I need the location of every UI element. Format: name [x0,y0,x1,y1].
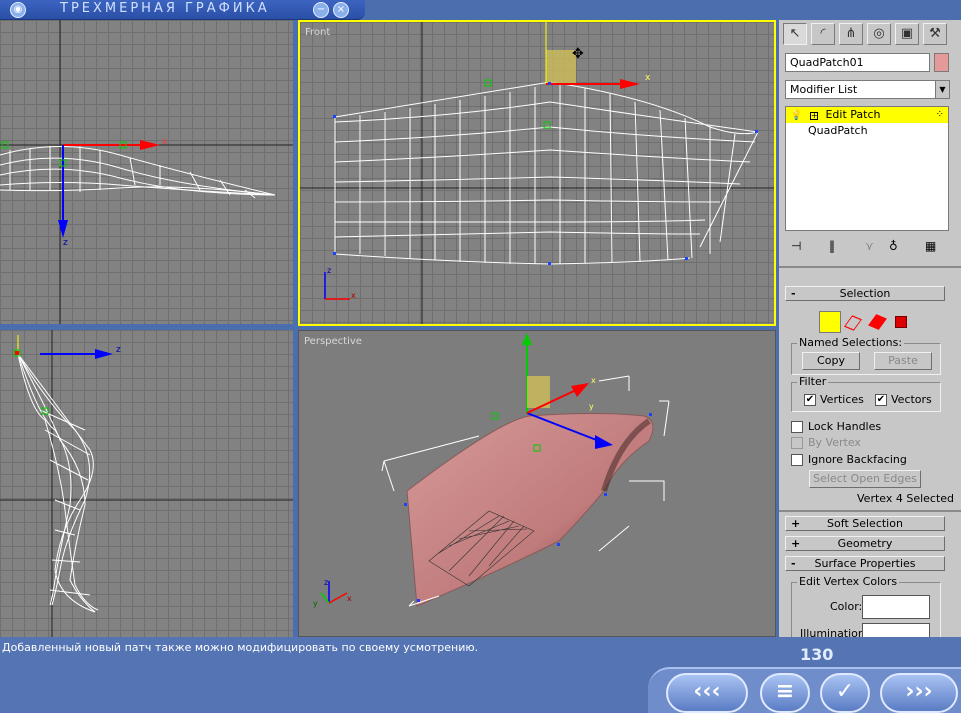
stack-item-label: QuadPatch [808,124,868,137]
page-number: 130 [800,645,834,664]
edit-vertex-colors-label: Edit Vertex Colors [797,575,900,588]
object-color-swatch[interactable] [934,53,949,72]
left-wireframe: z [0,330,293,637]
hierarchy-tab-icon[interactable]: ⋔ [839,23,863,45]
ok-button[interactable]: ✓ [820,673,870,713]
status-message: Добавленный новый патч также можно модиф… [2,641,479,654]
rollout-geometry[interactable]: + Geometry [785,536,945,551]
selection-status: Vertex 4 Selected [857,492,955,505]
axis-y-label: y [313,599,318,608]
paste-button[interactable]: Paste [874,352,932,370]
chevron-down-icon[interactable]: ▼ [935,81,949,98]
gizmo-y-label: y [589,402,594,411]
modifier-stack[interactable]: 💡 + Edit Patch ⁘ QuadPatch [785,106,949,231]
vertex-dots-icon: ⁘ [935,109,944,120]
utilities-tab-icon[interactable]: ⚒ [923,23,947,45]
filter-label: Filter [797,375,829,388]
app-icon: ◉ [10,2,26,18]
vertices-checkbox[interactable]: ✔ [804,394,816,406]
close-button[interactable]: × [333,2,349,18]
navigation-bar: ‹‹‹ ≡ ✓ ››› [648,667,961,713]
modifier-list-label: Modifier List [790,83,858,96]
viewport-perspective[interactable]: Perspective x y z x y [298,330,776,637]
stack-item-quadpatch[interactable]: QuadPatch [786,123,948,139]
by-vertex-checkbox[interactable] [791,437,803,449]
show-end-result-icon[interactable]: ‖ [829,239,835,253]
axis-x-label: x [347,594,352,603]
front-wireframe: x ✥ z x [300,22,774,324]
vectors-checkbox[interactable]: ✔ [875,394,887,406]
select-open-edges-button[interactable]: Select Open Edges [809,470,921,488]
axis-z-label: z [324,578,328,587]
create-tab-icon[interactable]: ↖ [783,23,807,45]
divider [779,266,961,268]
copy-button[interactable]: Copy [802,352,860,370]
gizmo-x-label: x [591,376,596,385]
patch-mode-icon[interactable] [868,314,887,330]
vectors-label: Vectors [891,393,932,406]
expand-icon[interactable]: + [809,112,818,120]
stack-toolbar: ⊣ ‖ ⋎ ♁ ▦ [785,236,949,258]
object-name-field[interactable]: QuadPatch01 [785,53,930,72]
menu-button[interactable]: ≡ [760,673,810,713]
divider [779,510,961,512]
forward-button[interactable]: ››› [880,673,958,713]
move-cursor-icon: ✥ [572,46,584,62]
ignore-backfacing-label: Ignore Backfacing [808,453,907,466]
handle-mode-icon[interactable] [844,315,862,331]
back-button[interactable]: ‹‹‹ [666,673,748,713]
axis-z-label: z [116,345,121,355]
edit-vertex-colors-group: Edit Vertex Colors Color: Illumination: [791,575,941,637]
named-selections-group: Named Selections: Copy Paste [791,336,941,375]
remove-modifier-icon[interactable]: ♁ [889,239,898,253]
axis-z-label: z [327,266,331,275]
rollout-selection[interactable]: - Selection [785,286,945,301]
filter-group: Filter ✔ Vertices ✔ Vectors [791,375,941,412]
viewport-left[interactable]: z [0,330,293,637]
window-title: ТРЕХМЕРНАЯ ГРАФИКА [60,1,270,16]
status-bar: Добавленный новый патч также можно модиф… [0,637,961,713]
perspective-scene: x y z x y [313,333,670,608]
rollout-soft-selection[interactable]: + Soft Selection [785,516,945,531]
stack-item-label: Edit Patch [825,108,881,121]
motion-tab-icon[interactable]: ◎ [867,23,891,45]
viewport-top[interactable]: x z [0,20,293,324]
color-label: Color: [830,600,863,613]
stack-item-edit-patch[interactable]: 💡 + Edit Patch ⁘ [786,107,948,123]
rollout-surface-properties[interactable]: - Surface Properties [785,556,945,571]
gizmo-x-label: x [645,73,651,83]
make-unique-icon[interactable]: ⋎ [865,239,874,253]
display-tab-icon[interactable]: ▣ [895,23,919,45]
axis-x-label: x [162,137,168,147]
title-bar: ◉ ТРЕХМЕРНАЯ ГРАФИКА − × [0,0,365,20]
minimize-button[interactable]: − [313,2,329,18]
command-panel: ↖ ◜ ⋔ ◎ ▣ ⚒ QuadPatch01 Modifier List ▼ … [779,20,961,637]
lock-handles-checkbox[interactable] [791,421,803,433]
ignore-backfacing-checkbox[interactable] [791,454,803,466]
axis-x-label: x [351,291,356,300]
axis-z-label: z [63,238,68,248]
pin-stack-icon[interactable]: ⊣ [791,239,801,253]
modify-tab-icon[interactable]: ◜ [811,23,835,45]
lightbulb-icon[interactable]: 💡 [790,110,802,121]
named-selections-label: Named Selections: [797,336,905,349]
illumination-swatch[interactable] [862,623,930,637]
element-mode-icon[interactable] [895,316,907,328]
illumination-label: Illumination: [800,627,869,637]
viewport-front[interactable]: Front x ✥ z x [298,20,776,326]
color-swatch[interactable] [862,595,930,619]
vertices-label: Vertices [820,393,864,406]
vertex-mode-icon[interactable] [819,311,841,333]
by-vertex-label: By Vertex [808,436,861,449]
lock-handles-label: Lock Handles [808,420,882,433]
top-wireframe: x z [0,20,293,324]
configure-sets-icon[interactable]: ▦ [925,239,936,253]
modifier-list-dropdown[interactable]: Modifier List ▼ [785,80,950,99]
